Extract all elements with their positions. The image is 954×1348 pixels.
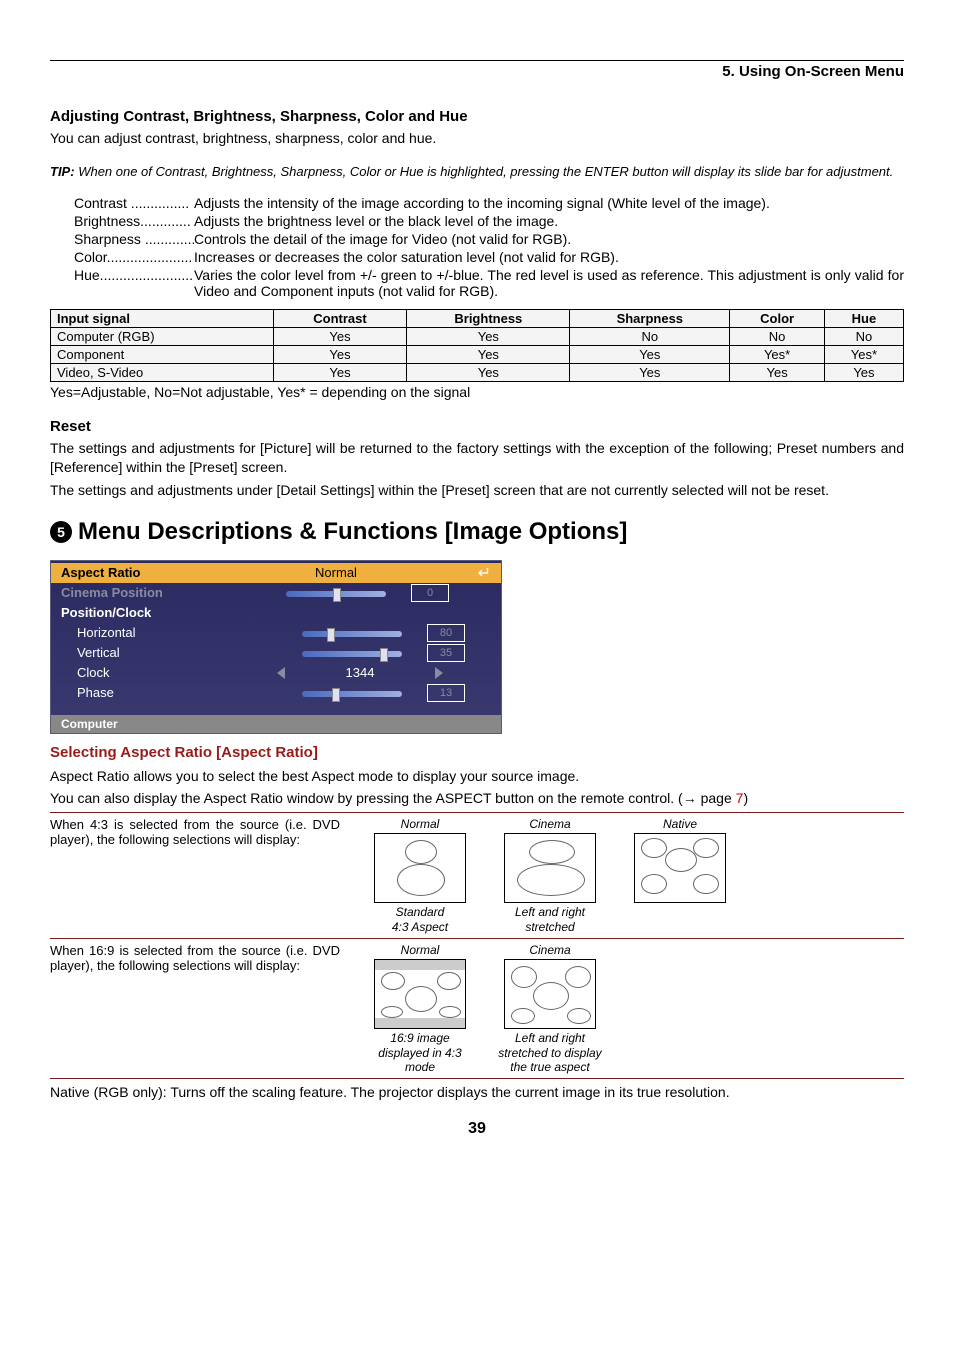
menu-item-position-clock: Position/Clock [51,603,501,623]
thumb-43-cinema [504,833,596,903]
label-cinema: Cinema [490,817,610,831]
ar169-desc: When 16:9 is selected from the source (i… [50,943,350,1074]
heading-adjusting: Adjusting Contrast, Brightness, Sharpnes… [50,108,904,125]
heading-image-options-text: Menu Descriptions & Functions [Image Opt… [78,518,627,546]
menu-item-cinema-position: Cinema Position 0 [51,583,501,603]
thumb-169-normal [374,959,466,1029]
thumb-43-native [634,833,726,903]
reset-p1: The settings and adjustments for [Pictur… [50,439,904,477]
enter-icon: ↵ [478,563,491,583]
heading-reset: Reset [50,418,904,435]
arrow-right-icon[interactable] [435,667,443,679]
th-sharpness: Sharpness [570,309,730,327]
th-input: Input signal [51,309,274,327]
desc-color: Increases or decreases the color saturat… [194,249,904,265]
page-number: 39 [50,1120,904,1138]
aspect-row-43: When 4:3 is selected from the source (i.… [50,817,904,934]
cap-standard-43: Standard 4:3 Aspect [360,905,480,934]
table-row: Video, S-Video Yes Yes Yes Yes Yes [51,363,904,381]
thumb-43-normal [374,833,466,903]
adjust-intro: You can adjust contrast, brightness, sha… [50,129,904,148]
th-brightness: Brightness [407,309,570,327]
menu-item-horizontal[interactable]: Horizontal 80 [51,623,501,643]
menu-item-aspect-ratio[interactable]: Aspect Ratio Normal ↵ [51,563,501,583]
desc-contrast: Adjusts the intensity of the image accor… [194,195,904,211]
desc-hue: Varies the color level from +/- green to… [194,267,904,299]
label-cinema-2: Cinema [490,943,610,957]
menu-value-cinema: 0 [411,584,449,602]
table-legend: Yes=Adjustable, No=Not adjustable, Yes* … [50,384,904,400]
table-row: Component Yes Yes Yes Yes* Yes* [51,345,904,363]
menu-value-vertical: 35 [427,644,465,662]
th-color: Color [730,309,825,327]
label-normal: Normal [360,817,480,831]
menu-value-horizontal: 80 [427,624,465,642]
menu-item-phase[interactable]: Phase 13 [51,683,501,703]
ar43-desc: When 4:3 is selected from the source (i.… [50,817,350,934]
native-note: Native (RGB only): Turns off the scaling… [50,1083,904,1102]
section-header: 5. Using On-Screen Menu [50,63,904,80]
cap-lr-true: Left and right stretched to display the … [490,1031,610,1074]
cap-169-in-43: 16:9 image displayed in 4:3 mode [360,1031,480,1074]
desc-sharpness: Controls the detail of the image for Vid… [194,231,904,247]
menu-value-aspect: Normal [261,565,411,580]
menu-value-clock: 1344 [285,665,435,680]
reset-p2: The settings and adjustments under [Deta… [50,481,904,500]
term-contrast: Contrast ............... [74,195,194,211]
tip-block: TIP: When one of Contrast, Brightness, S… [50,164,904,179]
tip-text: When one of Contrast, Brightness, Sharpn… [78,164,893,179]
thumb-169-cinema [504,959,596,1029]
term-hue: Hue........................ [74,267,194,299]
heading-aspect-ratio: Selecting Aspect Ratio [Aspect Ratio] [50,744,904,761]
menu-item-vertical[interactable]: Vertical 35 [51,643,501,663]
menu-value-phase: 13 [427,684,465,702]
definitions-list: Contrast ............... Adjusts the int… [74,195,904,299]
section-number-icon: 5 [50,521,72,543]
menu-item-clock[interactable]: Clock 1344 [51,663,501,683]
th-hue: Hue [824,309,903,327]
term-sharpness: Sharpness ............. [74,231,194,247]
menu-footer: Computer [51,715,501,733]
cap-lr-stretched: Left and right stretched [490,905,610,934]
th-contrast: Contrast [273,309,407,327]
heading-image-options: 5 Menu Descriptions & Functions [Image O… [50,518,904,546]
term-color: Color...................... [74,249,194,265]
table-row: Computer (RGB) Yes Yes No No No [51,327,904,345]
aspect-p1: Aspect Ratio allows you to select the be… [50,767,904,786]
arrow-left-icon[interactable] [277,667,285,679]
aspect-p2: You can also display the Aspect Ratio wi… [50,789,904,808]
signal-table: Input signal Contrast Brightness Sharpne… [50,309,904,382]
label-native: Native [620,817,740,831]
term-brightness: Brightness............. [74,213,194,229]
osd-menu-panel: Aspect Ratio Normal ↵ Cinema Position 0 … [50,560,502,734]
label-normal-2: Normal [360,943,480,957]
tip-label: TIP: [50,164,75,179]
desc-brightness: Adjusts the brightness level or the blac… [194,213,904,229]
aspect-row-169: When 16:9 is selected from the source (i… [50,943,904,1074]
